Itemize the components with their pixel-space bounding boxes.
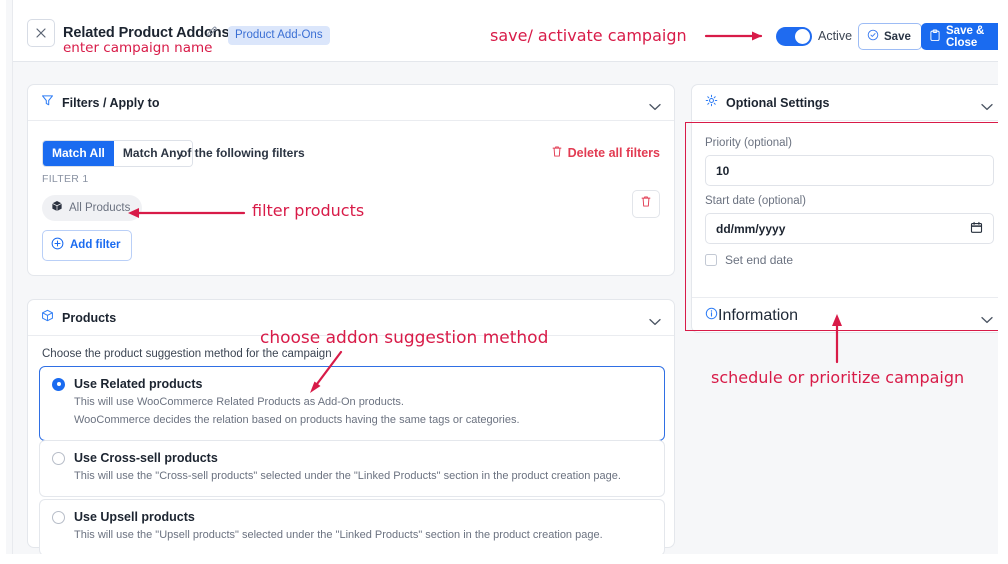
- option-use-related-products[interactable]: Use Related products This will use WooCo…: [39, 366, 665, 441]
- set-end-date-checkbox[interactable]: [705, 254, 717, 266]
- save-and-close-label: Save & Close: [946, 24, 985, 49]
- active-toggle-label: Active: [818, 29, 853, 43]
- chevron-down-icon[interactable]: [981, 311, 993, 329]
- chevron-down-icon[interactable]: [981, 98, 993, 116]
- trash-icon: [551, 145, 563, 161]
- priority-input[interactable]: 10: [705, 155, 994, 186]
- toggle-knob: [795, 29, 810, 44]
- products-card-title: Products: [62, 310, 117, 325]
- close-button[interactable]: [27, 19, 55, 47]
- start-date-input[interactable]: dd/mm/yyyy: [705, 213, 994, 244]
- trash-icon: [640, 195, 652, 213]
- option-description-line1: This will use WooCommerce Related Produc…: [74, 396, 404, 408]
- editor-inner: Related Product Addons Product Add-Ons e…: [12, 0, 998, 554]
- check-circle-icon: [867, 29, 879, 44]
- annotation-enter-campaign-name: enter campaign name: [63, 40, 213, 56]
- save-button-label: Save: [884, 30, 911, 43]
- radio-use-cross-sell-products[interactable]: [52, 451, 65, 465]
- package-icon: [41, 309, 54, 327]
- active-toggle[interactable]: [776, 27, 812, 46]
- filter-chip-all-products[interactable]: All Products: [42, 195, 143, 221]
- save-and-close-button[interactable]: Save & Close: [921, 23, 998, 50]
- delete-all-filters-label: Delete all filters: [567, 146, 660, 160]
- set-end-date-checkbox-row[interactable]: Set end date: [705, 253, 793, 267]
- filter-chip-label: All Products: [69, 201, 131, 214]
- close-icon: [36, 28, 46, 38]
- option-label: Use Related products: [74, 377, 203, 391]
- chevron-down-icon[interactable]: [649, 98, 661, 116]
- gear-icon: [705, 94, 718, 112]
- products-hint: Choose the product suggestion method for…: [42, 348, 332, 360]
- optional-settings-header[interactable]: Optional Settings: [692, 85, 998, 121]
- information-section-header[interactable]: Information: [692, 297, 998, 333]
- optional-settings-card: Optional Settings Priority (optional) 10…: [691, 84, 998, 333]
- calendar-icon[interactable]: [970, 221, 983, 237]
- information-section-title: Information: [718, 306, 799, 324]
- priority-field-label: Priority (optional): [705, 137, 792, 149]
- option-description-line2: WooCommerce decides the relation based o…: [74, 413, 520, 426]
- option-description-line1: This will use the "Upsell products" sele…: [74, 529, 603, 541]
- box-icon: [51, 200, 63, 215]
- annotation-save-activate: save/ activate campaign: [490, 26, 687, 45]
- add-filter-button[interactable]: Add filter: [42, 230, 133, 261]
- delete-filter-row-button[interactable]: [632, 190, 660, 218]
- radio-use-upsell-products[interactable]: [52, 510, 65, 524]
- optional-settings-title: Optional Settings: [726, 95, 830, 110]
- match-mode-note: of the following filters: [180, 146, 305, 160]
- delete-all-filters-button[interactable]: Delete all filters: [551, 145, 660, 161]
- option-use-cross-sell-products[interactable]: Use Cross-sell products This will use th…: [39, 440, 665, 497]
- set-end-date-label: Set end date: [725, 253, 794, 267]
- plus-circle-icon: [51, 237, 64, 253]
- filters-card-title: Filters / Apply to: [62, 95, 160, 110]
- start-date-input-value: dd/mm/yyyy: [716, 221, 786, 236]
- option-label: Use Cross-sell products: [74, 451, 218, 465]
- products-card: Products Choose the product suggestion m…: [27, 299, 675, 554]
- option-description-line1: This will use the "Cross-sell products" …: [74, 470, 621, 482]
- start-date-field-label: Start date (optional): [705, 195, 807, 207]
- priority-input-value: 10: [716, 163, 730, 178]
- match-all-button[interactable]: Match All: [43, 141, 114, 166]
- option-label: Use Upsell products: [74, 510, 195, 524]
- filter-index-label: FILTER 1: [42, 173, 89, 185]
- option-use-upsell-products[interactable]: Use Upsell products This will use the "U…: [39, 499, 665, 554]
- status-badge: Product Add-Ons: [228, 26, 330, 45]
- funnel-icon: [41, 94, 54, 112]
- filters-card-header[interactable]: Filters / Apply to: [28, 85, 674, 121]
- save-clipboard-icon: [929, 28, 941, 45]
- save-button[interactable]: Save: [858, 23, 922, 50]
- campaign-editor-window: Related Product Addons Product Add-Ons e…: [0, 0, 1008, 564]
- editor-header: Related Product Addons Product Add-Ons e…: [13, 0, 998, 62]
- pencil-icon[interactable]: [205, 26, 218, 44]
- products-card-header[interactable]: Products: [28, 300, 674, 336]
- match-mode-segmented[interactable]: Match All Match Any: [42, 140, 194, 167]
- info-icon: [705, 307, 718, 325]
- chevron-down-icon[interactable]: [649, 313, 661, 331]
- radio-use-related-products[interactable]: [52, 377, 65, 391]
- add-filter-label: Add filter: [70, 239, 121, 251]
- filters-card: Filters / Apply to Match All Match Any o…: [27, 84, 675, 276]
